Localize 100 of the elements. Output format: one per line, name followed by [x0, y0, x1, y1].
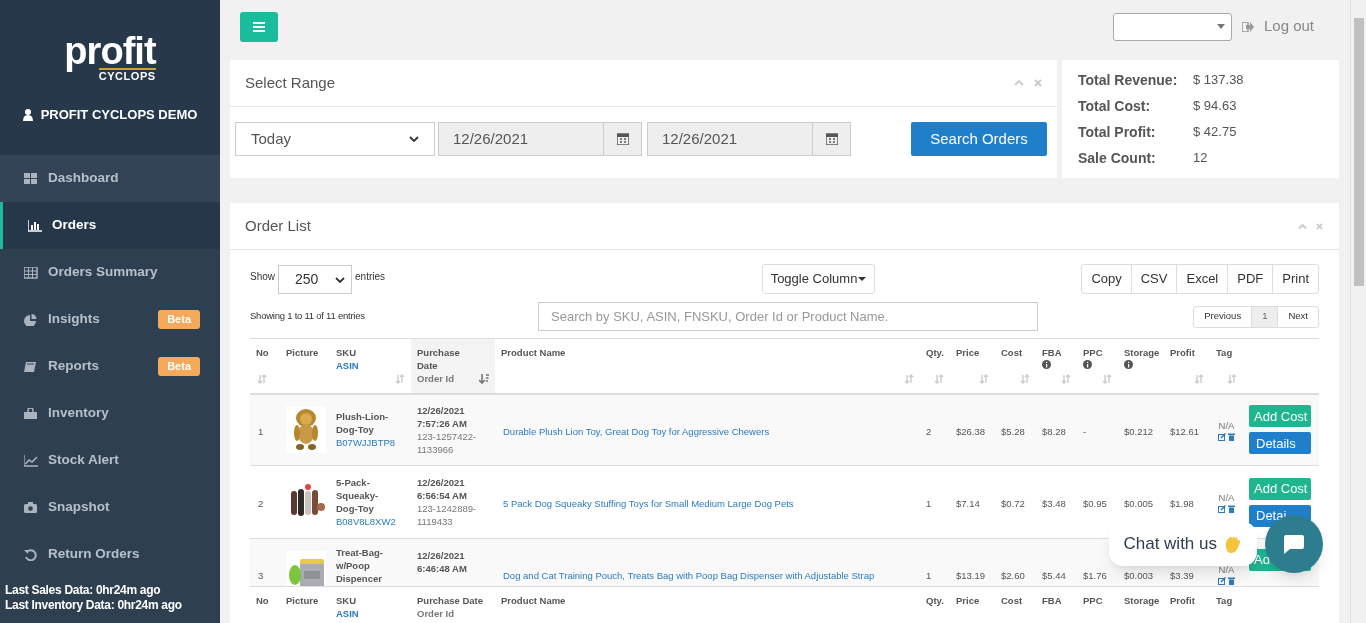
menu-button[interactable]: [240, 11, 278, 42]
table-cell: $2.60: [1001, 570, 1025, 581]
column-header[interactable]: Product Name: [495, 338, 920, 394]
page-size-select[interactable]: 250: [278, 265, 352, 294]
total-value: $ 137.38: [1193, 70, 1244, 89]
search-orders-button[interactable]: Search Orders: [911, 122, 1047, 156]
column-header[interactable]: SKU ASIN: [330, 338, 411, 394]
column-header[interactable]: No: [250, 338, 280, 394]
purchase-time: 7:57:26 AM: [417, 416, 468, 430]
table-cell: $3.48: [1042, 498, 1066, 509]
sidebar-item[interactable]: Orders Summary: [0, 249, 220, 296]
user-icon: [22, 108, 33, 121]
sidebar-item[interactable]: Dashboard: [0, 155, 220, 202]
toggle-column-button[interactable]: Toggle Column: [762, 264, 875, 294]
asin-link[interactable]: B08V8L8XW2: [336, 515, 405, 528]
column-header[interactable]: Profit: [1164, 338, 1210, 394]
sort-icon: [395, 373, 405, 384]
tag-text: N/A: [1218, 418, 1235, 433]
table-cell: $5.44: [1042, 570, 1066, 581]
calendar-button[interactable]: [604, 122, 642, 156]
export-button[interactable]: Copy: [1082, 265, 1131, 293]
asin-link[interactable]: B07WJJBTP8: [336, 436, 405, 450]
range-select[interactable]: Today: [235, 122, 435, 156]
date-field[interactable]: 12/26/2021: [438, 122, 604, 156]
sort-icon: [979, 373, 989, 384]
sync-status: Last Inventory Data: 0hr24m ago: [5, 598, 182, 613]
total-label: Total Profit:: [1078, 122, 1157, 142]
sort-icon: [904, 373, 914, 384]
table-cell: 1: [926, 570, 932, 581]
column-footer: Product Name: [495, 586, 920, 623]
export-button[interactable]: Print: [1272, 265, 1318, 293]
column-footer: PPC: [1077, 586, 1118, 623]
beta-badge: Beta: [158, 357, 200, 376]
calendar-icon: [825, 133, 838, 145]
export-button[interactable]: CSV: [1130, 265, 1177, 293]
calendar-button[interactable]: [813, 122, 851, 156]
export-button[interactable]: PDF: [1227, 265, 1273, 293]
search-field[interactable]: Search by SKU, ASIN, FNSKU, Order Id or Product Name.: [538, 302, 1038, 331]
sidebar-item[interactable]: Inventory: [0, 390, 220, 437]
column-header[interactable]: FBA: [1036, 338, 1077, 394]
close-icon: [1316, 222, 1323, 230]
table-cell: 1: [926, 498, 932, 509]
total-label: Total Revenue:: [1078, 70, 1179, 90]
product-link[interactable]: Dog and Cat Training Pouch, Treats Bag with Poop Bag Dispenser with Adjustable Strap: [503, 570, 875, 581]
page-button[interactable]: Previous: [1194, 306, 1252, 327]
sidebar-item[interactable]: Snapshot: [0, 484, 220, 531]
product-link[interactable]: 5 Pack Dog Squeaky Stuffing Toys for Small Medium Large Dog Pets: [503, 498, 794, 509]
scrollbar[interactable]: [1350, 0, 1366, 623]
info-icon: [1124, 360, 1133, 369]
chevron-down-icon: [335, 276, 345, 283]
trash-icon: [1228, 505, 1235, 514]
column-header[interactable]: Qty.: [920, 338, 950, 394]
sidebar-item[interactable]: Insights Beta: [0, 296, 220, 343]
export-button[interactable]: Excel: [1176, 265, 1228, 293]
column-header[interactable]: Tag: [1210, 338, 1243, 394]
sort-icon: [1194, 373, 1204, 384]
purchase-date: 12/26/2021: [417, 403, 466, 417]
table-cell: $13.19: [956, 570, 986, 581]
page-button[interactable]: Next: [1277, 306, 1318, 327]
panel-title: Order List: [245, 215, 312, 236]
logout-icon: [1241, 21, 1254, 32]
speech-bubble-icon: [1284, 534, 1304, 554]
show-label: Show: [250, 270, 275, 284]
info-icon: [1042, 360, 1051, 369]
column-header[interactable]: Price: [950, 338, 995, 394]
column-footer: FBA: [1036, 586, 1077, 623]
total-value: $ 94.63: [1193, 96, 1237, 115]
column-footer: Purchase Date Order Id: [411, 586, 495, 623]
column-footer: Picture: [280, 586, 330, 623]
sidebar-item[interactable]: Return Orders: [0, 531, 220, 578]
caret-icon: [858, 277, 867, 281]
sidebar-item[interactable]: Reports Beta: [0, 343, 220, 390]
table-cell: $5.28: [1001, 425, 1025, 437]
close-icon: [1034, 79, 1042, 87]
sort-icon: [1227, 373, 1237, 384]
product-link[interactable]: Durable Plush Lion Toy, Great Dog Toy for Aggressive Chewers: [503, 425, 770, 437]
column-header[interactable]: Purchase Date Order Id: [411, 338, 495, 394]
table-cell: $1.98: [1170, 498, 1194, 509]
collapse-icon: [1298, 223, 1307, 229]
date-field[interactable]: 12/26/2021: [647, 122, 813, 156]
menu-icon: [253, 21, 265, 32]
sidebar-item[interactable]: Orders: [0, 202, 220, 249]
table-cell: $3.39: [1170, 570, 1194, 581]
sidebar-item[interactable]: Stock Alert: [0, 437, 220, 484]
sort-icon: [1020, 373, 1030, 384]
order-id: 123-1257422-1133966: [417, 429, 478, 456]
table-cell: $1.76: [1083, 570, 1107, 581]
order-id: 123-1242889-1119433: [417, 502, 478, 528]
row-number: 1: [258, 425, 264, 437]
details-button[interactable]: Details: [1249, 432, 1311, 455]
trash-icon: [1228, 432, 1235, 441]
column-header[interactable]: PPC: [1077, 338, 1118, 394]
entries-info: Showing 1 to 11 of 11 entries: [250, 309, 366, 324]
collapse-icon: [1014, 80, 1024, 86]
beta-badge: Beta: [158, 310, 200, 329]
total-label: Total Cost:: [1078, 96, 1152, 116]
table-cell: $7.14: [956, 498, 980, 509]
column-header[interactable]: Cost: [995, 338, 1036, 394]
page-button[interactable]: 1: [1251, 306, 1278, 327]
chevron-down-icon: [409, 136, 419, 142]
